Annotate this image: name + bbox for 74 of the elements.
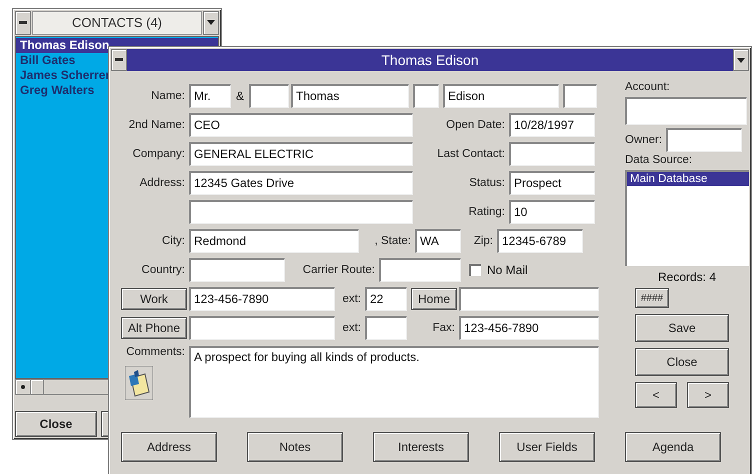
account-field[interactable] [625, 97, 747, 125]
open-date-field[interactable]: 10/28/1997 [509, 112, 595, 136]
field-label: Data Source: [625, 154, 694, 166]
checkbox-label[interactable]: No Mail [487, 262, 528, 276]
button[interactable]: User Fields [499, 432, 595, 462]
field-label: Open Date: [445, 118, 506, 130]
fax-field[interactable]: 123-456-7890 [459, 316, 599, 340]
field-label: Fax: [432, 322, 456, 334]
field-label: Account: [625, 81, 671, 93]
nav-button[interactable]: < [635, 382, 677, 408]
company-field[interactable]: GENERAL ELECTRIC [189, 142, 413, 166]
phone-field[interactable] [459, 286, 599, 310]
button[interactable]: Agenda [625, 432, 721, 462]
field-label: ext: [341, 292, 362, 304]
close-button[interactable]: Close [15, 411, 97, 437]
window-title: CONTACTS (4) [32, 11, 202, 35]
work-button[interactable]: Work [121, 288, 187, 310]
rating-field[interactable]: 10 [509, 200, 595, 224]
second-name-field[interactable]: CEO [189, 112, 413, 136]
field-label: , State: [374, 234, 412, 246]
notepad-icon[interactable] [125, 366, 153, 400]
ampersand-label: & [234, 88, 245, 102]
field-label: Name: [150, 90, 186, 102]
field-label: Status: [468, 176, 506, 188]
button[interactable]: Close [635, 348, 729, 376]
field-label: Company: [132, 148, 186, 160]
field-label: ext: [341, 322, 362, 334]
nav-button[interactable]: > [687, 382, 729, 408]
carrier-route-field[interactable] [379, 258, 461, 282]
field-label: Comments: [125, 346, 186, 358]
button[interactable]: Notes [247, 432, 343, 462]
field-label: Country: [140, 264, 186, 276]
address-field[interactable]: 12345 Gates Drive [189, 170, 413, 194]
field-label: Owner: [625, 134, 662, 146]
system-menu-icon[interactable] [15, 11, 31, 35]
status-field[interactable]: Prospect [509, 170, 595, 194]
field-label: City: [161, 234, 186, 246]
field-label: Rating: [468, 206, 506, 218]
field-label: 2nd Name: [128, 118, 186, 130]
last-name-field[interactable]: Edison [443, 84, 559, 108]
window-title: Thomas Edison [380, 51, 480, 70]
country-field[interactable] [189, 258, 285, 282]
field-label: Carrier Route: [302, 264, 376, 276]
field-label: Zip: [472, 234, 494, 246]
field-label: Last Contact: [436, 148, 506, 160]
dropdown-icon[interactable] [203, 11, 219, 35]
ext-field[interactable]: 22 [365, 286, 407, 310]
dropdown-icon[interactable] [733, 49, 749, 71]
zip-field[interactable]: 12345-6789 [497, 228, 583, 252]
owner-field[interactable] [666, 128, 742, 152]
address-field[interactable] [189, 200, 413, 224]
records-count: Records: 4 [656, 270, 718, 284]
field-label: Address: [138, 176, 186, 188]
button[interactable]: Save [635, 314, 729, 342]
phone-field[interactable]: 123-456-7890 [189, 286, 335, 310]
phone-field[interactable] [189, 316, 335, 340]
input-field[interactable] [563, 84, 597, 108]
data-source-item[interactable]: Main Database [627, 172, 749, 186]
state-field[interactable]: WA [415, 228, 461, 252]
salutation-field[interactable]: Mr. [189, 84, 231, 108]
button[interactable]: Address [121, 432, 217, 462]
record-button[interactable]: #### [635, 288, 669, 308]
input-field[interactable] [249, 84, 289, 108]
alt-phone-button[interactable]: Alt Phone [121, 316, 187, 338]
last-contact-field[interactable] [509, 142, 595, 166]
button[interactable]: Interests [373, 432, 469, 462]
input-field[interactable] [413, 84, 439, 108]
home-button[interactable]: Home [411, 288, 457, 310]
checkbox[interactable] [469, 264, 481, 276]
first-name-field[interactable]: Thomas [291, 84, 409, 108]
city-field[interactable]: Redmond [189, 228, 359, 252]
comments-field[interactable]: A prospect for buying all kinds of products. [189, 346, 599, 418]
system-menu-icon[interactable] [111, 49, 127, 71]
ext-field[interactable] [365, 316, 407, 340]
